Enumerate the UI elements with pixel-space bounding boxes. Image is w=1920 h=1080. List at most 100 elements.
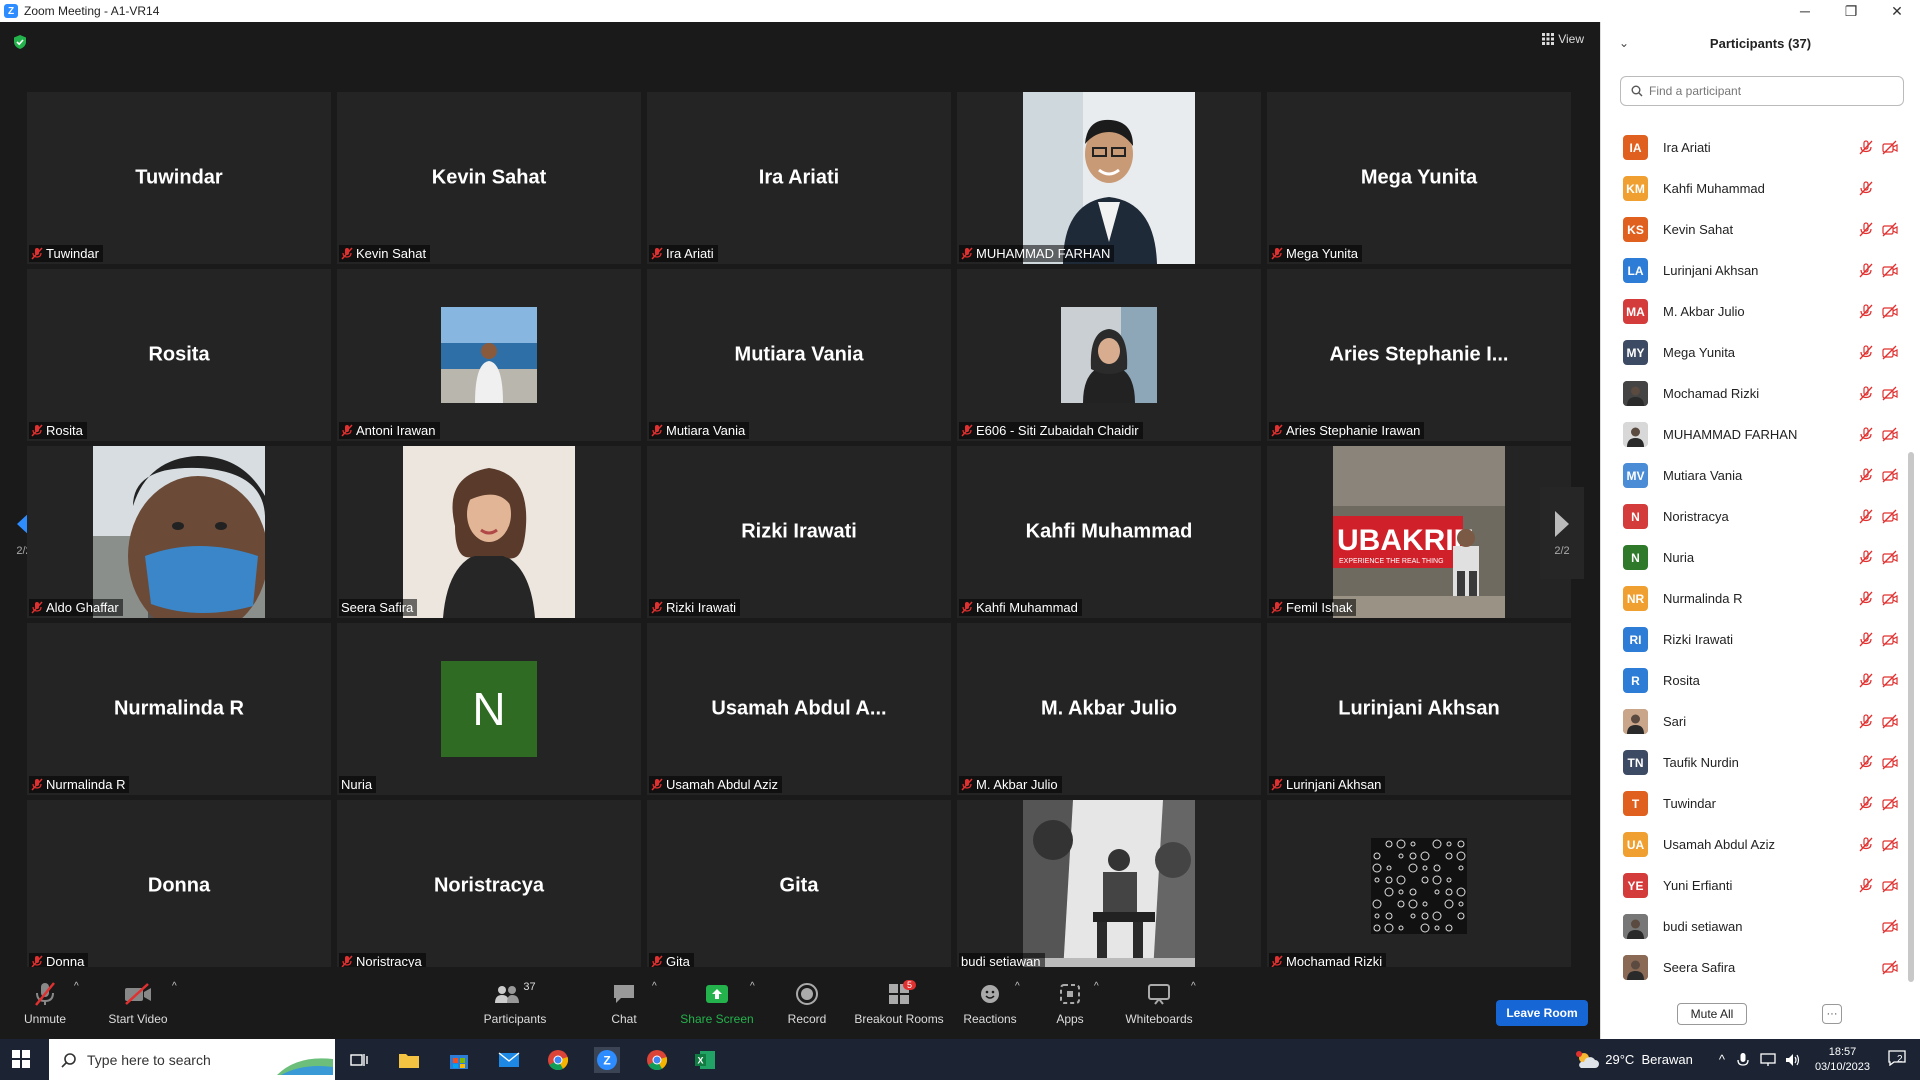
participant-row[interactable]: NR Nurmalinda R (1601, 578, 1906, 619)
video-tile[interactable]: MUHAMMAD FARHAN (957, 92, 1261, 264)
participant-row[interactable]: LA Lurinjani Akhsan (1601, 250, 1906, 291)
mail-icon[interactable] (496, 1047, 522, 1073)
participant-row[interactable]: N Nuria (1601, 537, 1906, 578)
video-tile[interactable]: Gita Gita (647, 800, 951, 972)
chat-options-caret-icon[interactable]: ^ (652, 981, 657, 992)
video-tile[interactable]: Aldo Ghaffar (27, 446, 331, 618)
participant-row[interactable]: R Rosita (1601, 660, 1906, 701)
participant-name-label: Kevin Sahat (339, 245, 431, 262)
video-tile[interactable]: E606 - Siti Zubaidah Chaidir (957, 269, 1261, 441)
chat-button[interactable]: Chat (604, 967, 644, 1039)
participant-search-field[interactable]: Find a participant (1620, 76, 1904, 106)
excel-icon[interactable]: X (692, 1047, 718, 1073)
notification-center-button[interactable]: 2 (1888, 1050, 1906, 1069)
video-tile[interactable]: Seera Safira (337, 446, 641, 618)
participant-row[interactable]: MY Mega Yunita (1601, 332, 1906, 373)
video-tile[interactable]: UBAKRIE EXPERIENCE THE REAL THING Femil Is… (1267, 446, 1571, 618)
whiteboards-caret-icon[interactable]: ^ (1191, 981, 1196, 992)
reactions-button[interactable]: Reactions (962, 967, 1018, 1039)
video-tile[interactable]: Donna Donna (27, 800, 331, 972)
participant-row[interactable]: MA M. Akbar Julio (1601, 291, 1906, 332)
network-icon[interactable] (1759, 1052, 1777, 1067)
video-tile[interactable]: Ira Ariati Ira Ariati (647, 92, 951, 264)
video-tile[interactable]: Rosita Rosita (27, 269, 331, 441)
participant-row[interactable]: MV Mutiara Vania (1601, 455, 1906, 496)
clock[interactable]: 18:57 03/10/2023 (1815, 1045, 1870, 1075)
microsoft-store-icon[interactable] (446, 1047, 472, 1073)
mic-muted-icon (1271, 247, 1283, 260)
reactions-caret-icon[interactable]: ^ (1015, 981, 1020, 992)
start-video-button[interactable]: Start Video (106, 967, 170, 1039)
participant-row[interactable]: KM Kahfi Muhammad (1601, 168, 1906, 209)
microphone-tray-icon[interactable] (1737, 1052, 1749, 1068)
participant-row[interactable]: MUHAMMAD FARHAN (1601, 414, 1906, 455)
more-options-button[interactable]: ··· (1822, 1004, 1842, 1024)
participant-list-scrollbar[interactable] (1908, 452, 1914, 982)
record-button[interactable]: Record (784, 967, 830, 1039)
participant-name: M. Akbar Julio (1663, 304, 1745, 319)
participant-row[interactable]: TN Taufik Nurdin (1601, 742, 1906, 783)
zoom-taskbar-icon[interactable]: Z (594, 1047, 620, 1073)
breakout-rooms-button[interactable]: 5 Breakout Rooms (852, 967, 946, 1039)
chrome-icon[interactable] (545, 1047, 571, 1073)
close-button[interactable]: ✕ (1874, 0, 1920, 22)
video-tile[interactable]: Mochamad Rizki (1267, 800, 1571, 972)
volume-icon[interactable] (1785, 1053, 1801, 1067)
video-tile[interactable]: Tuwindar Tuwindar (27, 92, 331, 264)
participant-name-label: Lurinjani Akhsan (1269, 776, 1386, 793)
participants-button[interactable]: 37 Participants (480, 967, 550, 1039)
unmute-button[interactable]: Unmute (20, 967, 70, 1039)
participant-row[interactable]: Mochamad Rizki (1601, 373, 1906, 414)
maximize-button[interactable]: ❐ (1828, 0, 1874, 22)
video-tile[interactable]: Antoni Irawan (337, 269, 641, 441)
security-shield-icon[interactable] (12, 34, 28, 50)
whiteboards-button[interactable]: Whiteboards (1124, 967, 1194, 1039)
mic-muted-icon (1859, 632, 1873, 647)
participant-row[interactable]: N Noristracya (1601, 496, 1906, 537)
participant-display-name: Donna (147, 874, 211, 897)
participant-row[interactable]: T Tuwindar (1601, 783, 1906, 824)
participant-video-feed: UBAKRIEEXPERIENCE THE REAL THING (1333, 446, 1505, 618)
show-hidden-icons-caret-icon[interactable]: ^ (1719, 1052, 1725, 1067)
video-tile[interactable]: Mega Yunita Mega Yunita (1267, 92, 1571, 264)
minimize-button[interactable]: ─ (1782, 0, 1828, 22)
next-page-button[interactable]: 2/2 (1540, 487, 1584, 579)
participant-row[interactable]: budi setiawan (1601, 906, 1906, 947)
video-tile[interactable]: Lurinjani Akhsan Lurinjani Akhsan (1267, 623, 1571, 795)
leave-room-button[interactable]: Leave Room (1496, 1000, 1588, 1026)
video-tile[interactable]: Nurmalinda R Nurmalinda R (27, 623, 331, 795)
video-tile[interactable]: Kahfi Muhammad Kahfi Muhammad (957, 446, 1261, 618)
windows-start-icon[interactable] (12, 1050, 30, 1068)
view-button[interactable]: View (1542, 32, 1584, 46)
participant-row[interactable]: YE Yuni Erfianti (1601, 865, 1906, 906)
video-tile[interactable]: Usamah Abdul A... Usamah Abdul Aziz (647, 623, 951, 795)
audio-options-caret-icon[interactable]: ^ (74, 981, 79, 992)
apps-button[interactable]: Apps (1054, 967, 1086, 1039)
video-tile[interactable]: N Nuria (337, 623, 641, 795)
video-tile[interactable]: budi setiawan (957, 800, 1261, 972)
taskbar-search-box[interactable]: Type here to search (49, 1039, 335, 1080)
mic-muted-icon (1271, 424, 1283, 437)
file-explorer-icon[interactable] (396, 1047, 422, 1073)
participant-row[interactable]: RI Rizki Irawati (1601, 619, 1906, 660)
participant-row[interactable]: UA Usamah Abdul Aziz (1601, 824, 1906, 865)
mute-all-button[interactable]: Mute All (1677, 1003, 1747, 1025)
participant-row[interactable]: Sari (1601, 701, 1906, 742)
apps-caret-icon[interactable]: ^ (1094, 981, 1099, 992)
weather-text[interactable]: 29°C Berawan (1605, 1052, 1693, 1067)
video-tile[interactable]: M. Akbar Julio M. Akbar Julio (957, 623, 1261, 795)
task-view-icon[interactable] (346, 1047, 372, 1073)
video-options-caret-icon[interactable]: ^ (172, 981, 177, 992)
chrome-active-icon[interactable] (644, 1047, 670, 1073)
video-tile[interactable]: Kevin Sahat Kevin Sahat (337, 92, 641, 264)
video-tile[interactable]: Rizki Irawati Rizki Irawati (647, 446, 951, 618)
share-screen-button[interactable]: Share Screen (679, 967, 755, 1039)
mic-muted-icon (1859, 304, 1873, 319)
participant-row[interactable]: KS Kevin Sahat (1601, 209, 1906, 250)
share-options-caret-icon[interactable]: ^ (750, 981, 755, 992)
participant-row[interactable]: Seera Safira (1601, 947, 1906, 988)
participant-row[interactable]: IA Ira Ariati (1601, 127, 1906, 168)
video-tile[interactable]: Mutiara Vania Mutiara Vania (647, 269, 951, 441)
video-tile[interactable]: Noristracya Noristracya (337, 800, 641, 972)
video-tile[interactable]: Aries Stephanie I... Aries Stephanie Iraw… (1267, 269, 1571, 441)
